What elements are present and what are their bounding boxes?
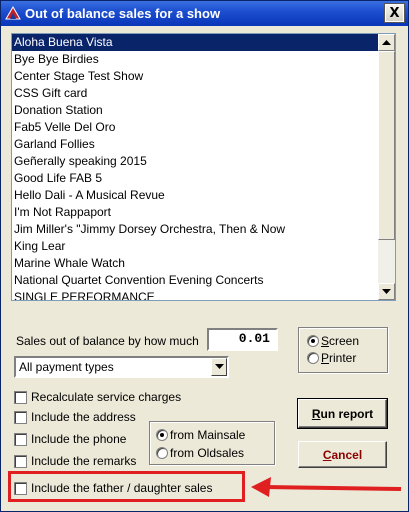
vertical-scrollbar[interactable]	[378, 34, 395, 300]
chevron-down-icon	[214, 364, 224, 369]
payment-type-select[interactable]: All payment types	[14, 356, 229, 378]
shows-listbox[interactable]: Aloha Buena Vista Bye Bye Birdies Center S…	[11, 33, 396, 301]
mainsale-label: from Mainsale	[170, 428, 246, 442]
list-item[interactable]: Center Stage Test Show	[12, 68, 379, 85]
phone-checkbox[interactable]	[14, 433, 27, 446]
mainsale-radio[interactable]	[156, 429, 168, 441]
address-checkbox[interactable]	[14, 411, 27, 424]
list-item[interactable]: Aloha Buena Vista	[12, 34, 379, 51]
remarks-label: Include the remarks	[31, 454, 137, 468]
list-item[interactable]: Jim Miller's "Jimmy Dorsey Orchestra, Th…	[12, 221, 379, 238]
close-button[interactable]: X	[384, 3, 405, 23]
printer-radio[interactable]	[307, 352, 319, 364]
cancel-button[interactable]: Cancel	[298, 441, 387, 468]
list-item[interactable]: CSS Gift card	[12, 85, 379, 102]
app-icon	[5, 6, 21, 20]
run-report-label: Run report	[311, 406, 374, 421]
list-item[interactable]: Garland Follies	[12, 136, 379, 153]
recalculate-label: Recalculate service charges	[31, 390, 182, 404]
arrow-down-icon	[382, 288, 391, 294]
list-item[interactable]: Bye Bye Birdies	[12, 51, 379, 68]
title-bar[interactable]: Out of balance sales for a show X	[1, 1, 408, 26]
list-item[interactable]: Donation Station	[12, 102, 379, 119]
annotation-highlight-box	[8, 471, 245, 502]
cancel-label: Cancel	[322, 447, 363, 462]
dropdown-button[interactable]	[211, 358, 227, 376]
list-item[interactable]: Marine Whale Watch	[12, 255, 379, 272]
oldsales-label: from Oldsales	[170, 446, 245, 460]
close-icon: X	[389, 5, 400, 21]
list-item[interactable]: SINGLE PERFORMANCE	[12, 289, 379, 300]
screen-radio[interactable]	[307, 335, 319, 347]
run-report-button[interactable]: Run report	[297, 398, 388, 429]
scroll-down-button[interactable]	[378, 283, 395, 300]
amount-input[interactable]: 0.01	[207, 328, 278, 351]
list-item[interactable]: National Quartet Convention Evening Conc…	[12, 272, 379, 289]
remarks-checkbox[interactable]	[14, 455, 27, 468]
payment-type-value: All payment types	[19, 360, 114, 374]
printer-label: Printer	[321, 351, 357, 365]
arrow-up-icon	[382, 39, 391, 45]
oldsales-radio[interactable]	[156, 447, 168, 459]
list-item[interactable]: Geñerally speaking 2015	[12, 153, 379, 170]
recalculate-checkbox[interactable]	[14, 391, 27, 404]
list-item[interactable]: Fab5 Velle Del Oro	[12, 119, 379, 136]
list-item[interactable]: I'm Not Rappaport	[12, 204, 379, 221]
window-title: Out of balance sales for a show	[25, 6, 221, 21]
list-item[interactable]: Good Life FAB 5	[12, 170, 379, 187]
amount-label: Sales out of balance by how much	[16, 334, 199, 348]
scroll-up-button[interactable]	[378, 34, 395, 51]
annotation-arrow-icon	[251, 477, 402, 497]
report-dialog: Out of balance sales for a show X Aloha …	[0, 0, 409, 512]
shows-list: Aloha Buena Vista Bye Bye Birdies Center S…	[12, 34, 379, 300]
phone-label: Include the phone	[31, 432, 127, 446]
list-item[interactable]: Hello Dali - A Musical Revue	[12, 187, 379, 204]
scrollbar-thumb[interactable]	[378, 51, 395, 240]
screen-label: Screen	[321, 334, 360, 348]
list-item[interactable]: King Lear	[12, 238, 379, 255]
address-label: Include the address	[31, 410, 136, 424]
